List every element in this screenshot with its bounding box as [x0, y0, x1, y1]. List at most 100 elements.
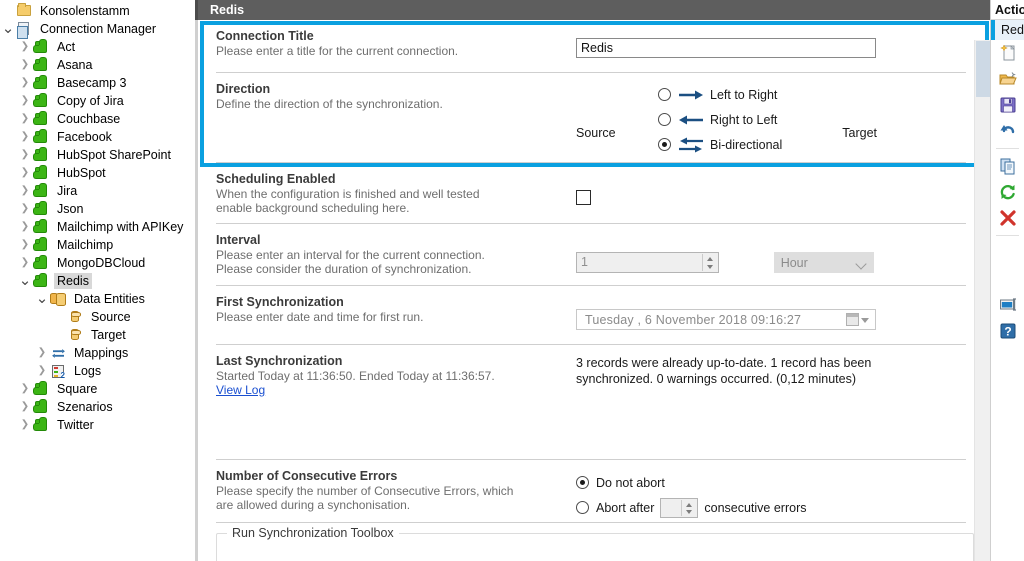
refresh-action[interactable] — [991, 179, 1024, 205]
tree-item-data-entities[interactable]: ⌄ Data Entities — [0, 290, 195, 308]
chevron-down-icon[interactable]: ⌄ — [0, 21, 16, 36]
abort-after-count-stepper[interactable] — [660, 497, 699, 518]
scheduling-enabled-checkbox[interactable] — [576, 190, 591, 205]
tree-item-hubspot[interactable]: ❯ HubSpot — [0, 164, 195, 182]
tree-item-act[interactable]: ❯ Act — [0, 38, 195, 56]
chevron-right-icon[interactable]: ❯ — [17, 56, 33, 74]
chevron-right-icon[interactable]: ❯ — [34, 344, 50, 362]
tree-item-basecamp-3[interactable]: ❯ Basecamp 3 — [0, 74, 195, 92]
tree-item-hubspot-sharepoint[interactable]: ❯ HubSpot SharePoint — [0, 146, 195, 164]
direction-option-left-to-right[interactable]: Left to Right — [658, 82, 782, 107]
interval-value-stepper[interactable]: 1 — [576, 252, 719, 273]
tree-item-mailchimp[interactable]: ❯ Mailchimp — [0, 236, 195, 254]
tree-item-twitter[interactable]: ❯ Twitter — [0, 416, 195, 434]
chevron-right-icon[interactable]: ❯ — [17, 254, 33, 272]
chevron-right-icon[interactable]: ❯ — [17, 74, 33, 92]
tree-item-logs[interactable]: ❯ Logs — [0, 362, 195, 380]
tree-item-facebook[interactable]: ❯ Facebook — [0, 128, 195, 146]
tree-item-connection-manager[interactable]: ⌄ Connection Manager — [0, 20, 195, 39]
direction-option-right-to-left[interactable]: Right to Left — [658, 107, 782, 132]
tree-item-target[interactable]: Target — [0, 326, 195, 344]
help-action[interactable]: ? — [991, 318, 1024, 344]
chevron-right-icon[interactable]: ❯ — [17, 398, 33, 416]
direction-radio-bi-directional[interactable] — [658, 138, 671, 151]
interval-spinner-buttons[interactable] — [702, 254, 717, 271]
chevron-right-icon[interactable]: ❯ — [17, 182, 33, 200]
chevron-right-icon[interactable]: ❯ — [17, 164, 33, 182]
abort-after-spinner-buttons[interactable] — [681, 499, 697, 516]
help-icon: ? — [999, 322, 1017, 340]
chevron-right-icon[interactable]: ❯ — [17, 416, 33, 434]
first-sync-heading: First Synchronization — [216, 295, 344, 309]
settings-scroll-area[interactable]: Connection Title Please enter a title fo… — [195, 20, 990, 561]
tree-item-mailchimp-with-apikey[interactable]: ❯ Mailchimp with APIKey — [0, 218, 195, 236]
chevron-down-icon[interactable]: ⌄ — [34, 291, 50, 306]
first-sync-datetime-picker[interactable]: Tuesday , 6 November 2018 09:16:27 — [576, 309, 876, 330]
tree-item-mappings[interactable]: ❯ Mappings — [0, 344, 195, 362]
chevron-right-icon[interactable]: ❯ — [17, 38, 33, 56]
direction-radio-right-to-left[interactable] — [658, 113, 671, 126]
interval-unit-select[interactable]: Hour — [773, 252, 874, 273]
chevron-right-icon[interactable]: ❯ — [17, 110, 33, 128]
view-window-action[interactable] — [991, 292, 1024, 318]
tree-item-json[interactable]: ❯ Json — [0, 200, 195, 218]
undo-action[interactable] — [991, 118, 1024, 144]
connection-icon — [33, 165, 51, 181]
do-not-abort-option[interactable]: Do not abort — [576, 472, 990, 493]
tree-item-couchbase[interactable]: ❯ Couchbase — [0, 110, 195, 128]
chevron-right-icon[interactable]: ❯ — [34, 362, 50, 380]
tree-item-mongodbcloud[interactable]: ❯ MongoDBCloud — [0, 254, 195, 272]
direction-radio-left-to-right[interactable] — [658, 88, 671, 101]
database-icon — [67, 327, 85, 343]
connection-title-input[interactable] — [576, 38, 876, 58]
interval-spin-up[interactable] — [703, 254, 717, 263]
delete-action[interactable] — [991, 205, 1024, 231]
actions-separator — [996, 148, 1019, 149]
tree-item-redis[interactable]: ⌄ Redis — [0, 272, 195, 290]
connection-title-labels: Connection Title Please enter a title fo… — [216, 29, 576, 72]
chevron-right-icon[interactable]: ❯ — [17, 236, 33, 254]
chevron-down-icon[interactable]: ⌄ — [17, 273, 33, 288]
save-action[interactable] — [991, 92, 1024, 118]
interval-spin-down[interactable] — [703, 262, 717, 271]
save-icon — [999, 96, 1017, 114]
view-log-link[interactable]: View Log — [216, 383, 576, 397]
chevron-right-icon[interactable]: ❯ — [17, 146, 33, 164]
interval-description-line1: Please enter an interval for the current… — [216, 248, 485, 262]
first-sync-control: Tuesday , 6 November 2018 09:16:27 — [576, 295, 990, 340]
tree-item-szenarios[interactable]: ❯ Szenarios — [0, 398, 195, 416]
abort-after-spin-down[interactable] — [682, 507, 697, 516]
abort-after-spin-up[interactable] — [682, 499, 697, 508]
actions-spacer — [991, 266, 1024, 292]
tree-item-jira[interactable]: ❯ Jira — [0, 182, 195, 200]
scrollbar-thumb[interactable] — [976, 41, 990, 97]
chevron-right-icon[interactable]: ❯ — [17, 200, 33, 218]
connection-icon — [33, 399, 51, 415]
chevron-right-icon[interactable]: ❯ — [17, 128, 33, 146]
tree-item-source[interactable]: Source — [0, 308, 195, 326]
open-action[interactable] — [991, 66, 1024, 92]
svg-text:?: ? — [1004, 325, 1011, 339]
new-connection-action[interactable] — [991, 40, 1024, 66]
settings-vertical-scrollbar[interactable] — [974, 40, 990, 561]
tree-item-label: Twitter — [57, 418, 94, 432]
chevron-right-icon[interactable]: ❯ — [17, 92, 33, 110]
do-not-abort-radio[interactable] — [576, 476, 589, 489]
tree-item-square[interactable]: ❯ Square — [0, 380, 195, 398]
copy-action[interactable] — [991, 153, 1024, 179]
calendar-icon[interactable] — [846, 313, 859, 326]
connection-manager-icon — [16, 21, 34, 39]
interval-controls: 1 Hour — [576, 233, 990, 282]
tree-item-asana[interactable]: ❯ Asana — [0, 56, 195, 74]
last-sync-labels: Last Synchronization Started Today at 11… — [216, 354, 576, 453]
abort-after-option[interactable]: Abort after consecutive errors — [576, 497, 990, 518]
tree-item-konsolenstamm[interactable]: Konsolenstamm — [0, 2, 195, 20]
tree-item-copy-of-jira[interactable]: ❯ Copy of Jira — [0, 92, 195, 110]
direction-option-bi-directional[interactable]: Bi-directional — [658, 132, 782, 157]
tree-item-label: Mailchimp — [57, 238, 114, 252]
interval-labels: Interval Please enter an interval for th… — [216, 233, 576, 282]
chevron-right-icon[interactable]: ❯ — [17, 380, 33, 398]
chevron-down-icon[interactable] — [861, 318, 869, 323]
abort-after-radio[interactable] — [576, 501, 589, 514]
chevron-right-icon[interactable]: ❯ — [17, 218, 33, 236]
